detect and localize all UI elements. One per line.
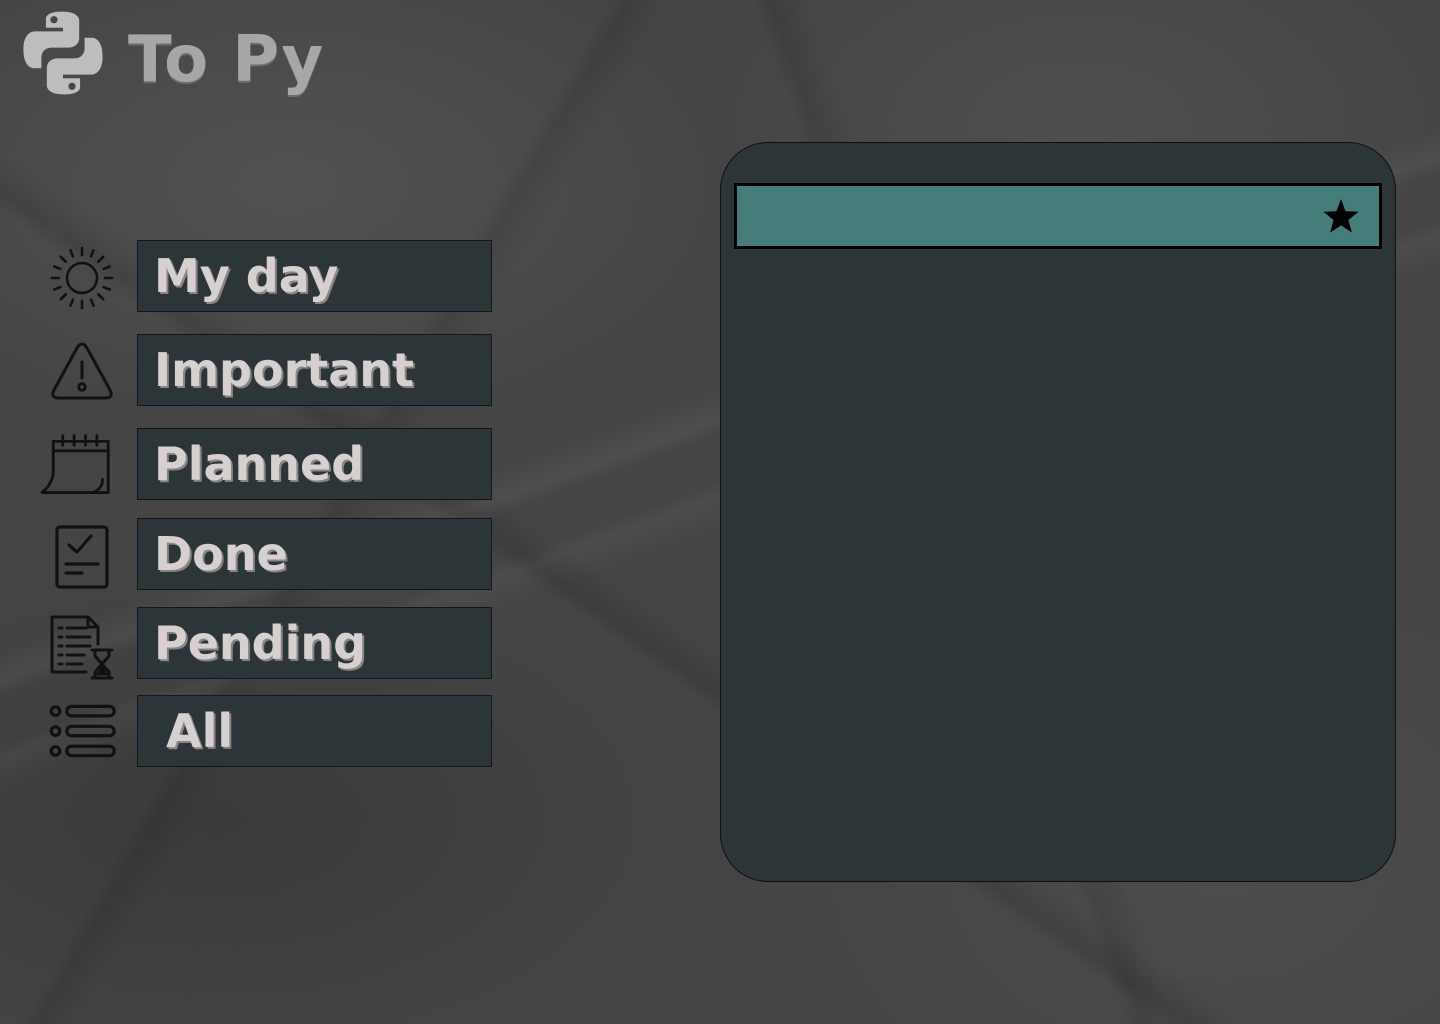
python-logo-icon — [18, 8, 108, 98]
nav-button-label: My day — [154, 249, 339, 303]
nav-button-done[interactable]: Done — [137, 518, 492, 590]
nav-button-pending[interactable]: Pending — [137, 607, 492, 679]
task-panel — [720, 142, 1396, 882]
document-hourglass-icon — [46, 612, 118, 684]
app-title: To Py — [128, 23, 325, 97]
calendar-icon — [40, 430, 112, 502]
nav-button-label: Done — [154, 527, 288, 581]
nav-button-planned[interactable]: Planned — [137, 428, 492, 500]
clipboard-check-icon — [46, 522, 118, 594]
nav-button-all[interactable]: All — [137, 695, 492, 767]
list-icon — [46, 696, 118, 768]
nav-button-label: Pending — [154, 616, 367, 670]
nav-button-label: Important — [154, 343, 415, 397]
sun-icon — [46, 242, 118, 314]
star-icon[interactable] — [1321, 197, 1361, 237]
nav-button-label: Planned — [154, 437, 365, 491]
warning-icon — [46, 336, 118, 408]
task-row[interactable] — [734, 183, 1382, 249]
nav-button-my-day[interactable]: My day — [137, 240, 492, 312]
nav-button-important[interactable]: Important — [137, 334, 492, 406]
nav-button-label: All — [166, 704, 234, 758]
